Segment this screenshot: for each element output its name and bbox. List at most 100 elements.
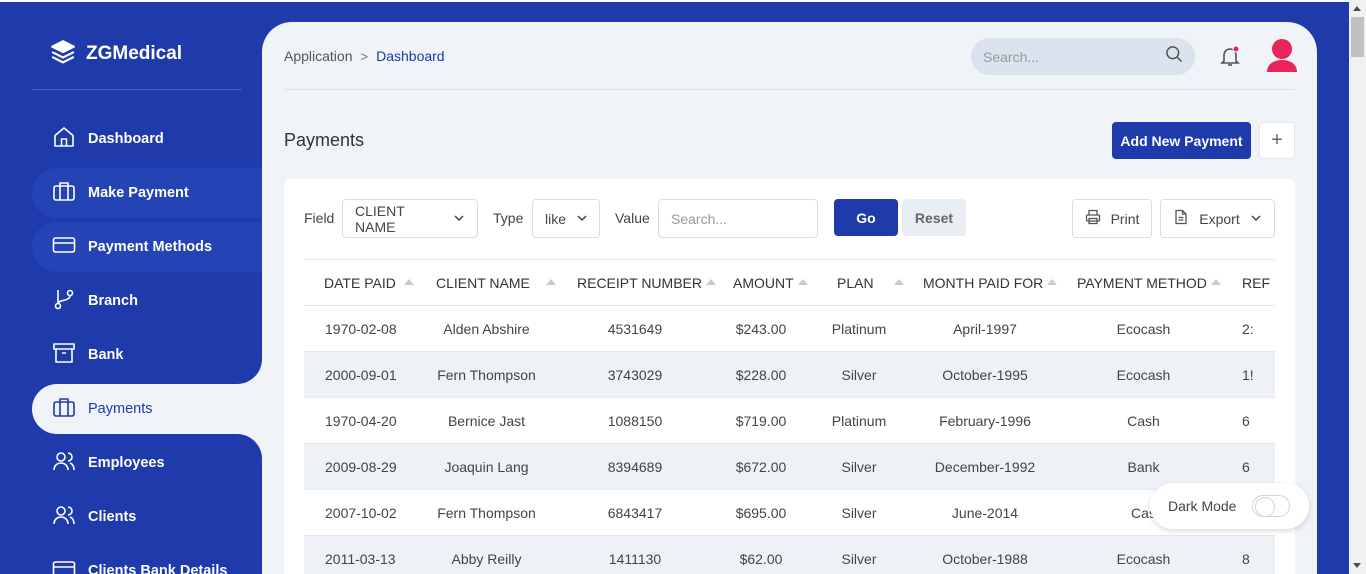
bell-icon[interactable] <box>1218 44 1242 68</box>
sidebar-item-label: Clients Bank Details <box>88 563 228 574</box>
sidebar-item-employees[interactable]: Employees <box>32 438 262 488</box>
users-icon <box>52 503 76 531</box>
column-header-receipt-number[interactable]: RECEIPT NUMBER <box>557 260 716 306</box>
sidebar-item-clients-bank-details[interactable]: Clients Bank Details <box>32 546 262 574</box>
table-cell: Joaquin Lang <box>444 458 529 475</box>
scroll-down-icon[interactable] <box>1353 563 1361 568</box>
sort-icon[interactable] <box>1047 278 1058 285</box>
go-button[interactable]: Go <box>834 199 898 236</box>
column-header-payment-method[interactable]: PAYMENT METHOD <box>1061 260 1226 306</box>
dark-mode-label: Dark Mode <box>1168 498 1237 514</box>
table-cell: 1088150 <box>607 412 663 429</box>
table-row[interactable]: 2009-08-29 Joaquin Lang 8394689 $672.00 Silv… <box>304 443 1275 490</box>
briefcase-icon <box>52 395 76 423</box>
plus-icon[interactable]: + <box>1259 122 1295 159</box>
briefcase-icon <box>52 179 76 207</box>
search-input[interactable] <box>983 48 1164 65</box>
table-cell: 8 <box>1242 550 1250 567</box>
sidebar-item-label: Make Payment <box>88 185 189 201</box>
search-icon[interactable] <box>1164 44 1184 69</box>
sidebar-item-label: Clients <box>88 509 137 525</box>
sidebar-item-label: Payments <box>88 401 153 417</box>
column-header-plan[interactable]: PLAN <box>809 260 909 306</box>
chevron-down-icon <box>576 211 588 227</box>
sidebar-item-payments[interactable]: Payments <box>32 384 262 434</box>
brand-logo[interactable]: ZGMedical <box>50 38 182 70</box>
table-cell: Silver <box>841 550 877 567</box>
table-cell: $62.00 <box>739 550 783 567</box>
table-row[interactable]: 2011-03-13 Abby Reilly 1411130 $62.00 Silver… <box>304 535 1275 574</box>
column-header-amount[interactable]: AMOUNT <box>713 260 809 306</box>
reset-button[interactable]: Reset <box>902 199 966 236</box>
app-frame: ZGMedical Dashboard Make Payment Payment… <box>0 0 1366 574</box>
export-label: Export <box>1199 210 1240 227</box>
field-select-value: CLIENT NAME <box>355 202 405 235</box>
sort-icon[interactable] <box>797 278 808 285</box>
sidebar-item-payment-methods[interactable]: Payment Methods <box>32 222 262 272</box>
payments-card: Field CLIENT NAME Type like Value Go Res… <box>284 179 1295 574</box>
breadcrumb-current: Dashboard <box>376 48 445 64</box>
table-cell: 3743029 <box>607 366 663 383</box>
export-button[interactable]: Export <box>1160 199 1275 238</box>
column-header-month-paid-for[interactable]: MONTH PAID FOR <box>909 260 1061 306</box>
table-row[interactable]: 2007-10-02 Fern Thompson 6843417 $695.00 Sil… <box>304 490 1275 536</box>
type-select[interactable]: like <box>532 199 600 238</box>
scroll-up-icon[interactable] <box>1353 6 1361 11</box>
sort-icon[interactable] <box>403 278 414 285</box>
chevron-down-icon <box>453 211 465 227</box>
table-cell: $672.00 <box>735 458 787 475</box>
avatar[interactable] <box>1265 38 1299 74</box>
archive-icon <box>52 341 76 369</box>
table-cell: $228.00 <box>735 366 787 383</box>
table-cell: Fern Thompson <box>437 366 536 383</box>
top-bar: Application > Dashboard <box>284 22 1297 90</box>
sort-icon[interactable] <box>893 278 904 285</box>
sidebar-item-make-payment[interactable]: Make Payment <box>32 168 262 218</box>
field-select[interactable]: CLIENT NAME <box>342 199 478 238</box>
table-cell: 6 <box>1242 412 1250 429</box>
scrollbar-thumb[interactable] <box>1351 17 1364 57</box>
brand-divider <box>32 89 242 90</box>
credit-card-icon <box>52 557 76 574</box>
table-cell: 1! <box>1242 366 1254 383</box>
sidebar-item-bank[interactable]: Bank <box>32 330 262 380</box>
printer-icon <box>1085 209 1101 228</box>
dark-mode-toggle[interactable] <box>1252 495 1291 517</box>
add-new-payment-button[interactable]: Add New Payment <box>1112 122 1251 159</box>
sidebar-item-label: Payment Methods <box>88 239 213 255</box>
type-select-value: like <box>545 210 567 227</box>
table-cell: Silver <box>841 504 877 521</box>
column-header-date-paid[interactable]: DATE PAID <box>304 260 416 306</box>
breadcrumb-root[interactable]: Application <box>284 48 353 64</box>
table-cell: Silver <box>841 458 877 475</box>
page-scrollbar[interactable] <box>1349 0 1366 574</box>
sort-icon[interactable] <box>545 278 556 285</box>
table-cell: 1411130 <box>608 550 662 567</box>
table-row[interactable]: 2000-09-01 Fern Thompson 3743029 $228.00 Sil… <box>304 351 1275 398</box>
credit-card-icon <box>52 233 76 261</box>
sidebar-item-clients[interactable]: Clients <box>32 492 262 542</box>
table-cell: 6843417 <box>607 504 663 521</box>
table-cell: Cash <box>1127 412 1160 429</box>
table-cell: 4531649 <box>607 320 663 337</box>
column-header-ref[interactable]: REF <box>1226 260 1275 306</box>
layers-icon <box>50 38 76 70</box>
table-row[interactable]: 1970-02-08 Alden Abshire 4531649 $243.00 Pla… <box>304 306 1275 352</box>
sort-icon[interactable] <box>1210 278 1221 285</box>
brand-name: ZGMedical <box>86 43 183 64</box>
table-row[interactable]: 1970-04-20 Bernice Jast 1088150 $719.00 Plat… <box>304 398 1275 444</box>
table-cell: $719.00 <box>735 412 787 429</box>
table-body: 1970-02-08 Alden Abshire 4531649 $243.00 Pla… <box>304 306 1275 574</box>
print-label: Print <box>1110 210 1140 227</box>
table-cell: 8394689 <box>607 458 663 475</box>
sidebar-item-branch[interactable]: Branch <box>32 276 262 326</box>
table-cell: 2: <box>1242 320 1254 337</box>
users-icon <box>52 449 76 477</box>
print-button[interactable]: Print <box>1072 199 1152 238</box>
column-header-client-name[interactable]: CLIENT NAME <box>416 260 557 306</box>
value-input[interactable] <box>658 199 818 238</box>
filter-bar: Field CLIENT NAME Type like Value Go Res… <box>304 199 1275 239</box>
sidebar-item-dashboard[interactable]: Dashboard <box>32 114 262 164</box>
payments-table-wrapper[interactable]: DATE PAID CLIENT NAME RECEIPT NUMBER AMO… <box>304 259 1275 574</box>
search-box[interactable] <box>971 38 1195 75</box>
